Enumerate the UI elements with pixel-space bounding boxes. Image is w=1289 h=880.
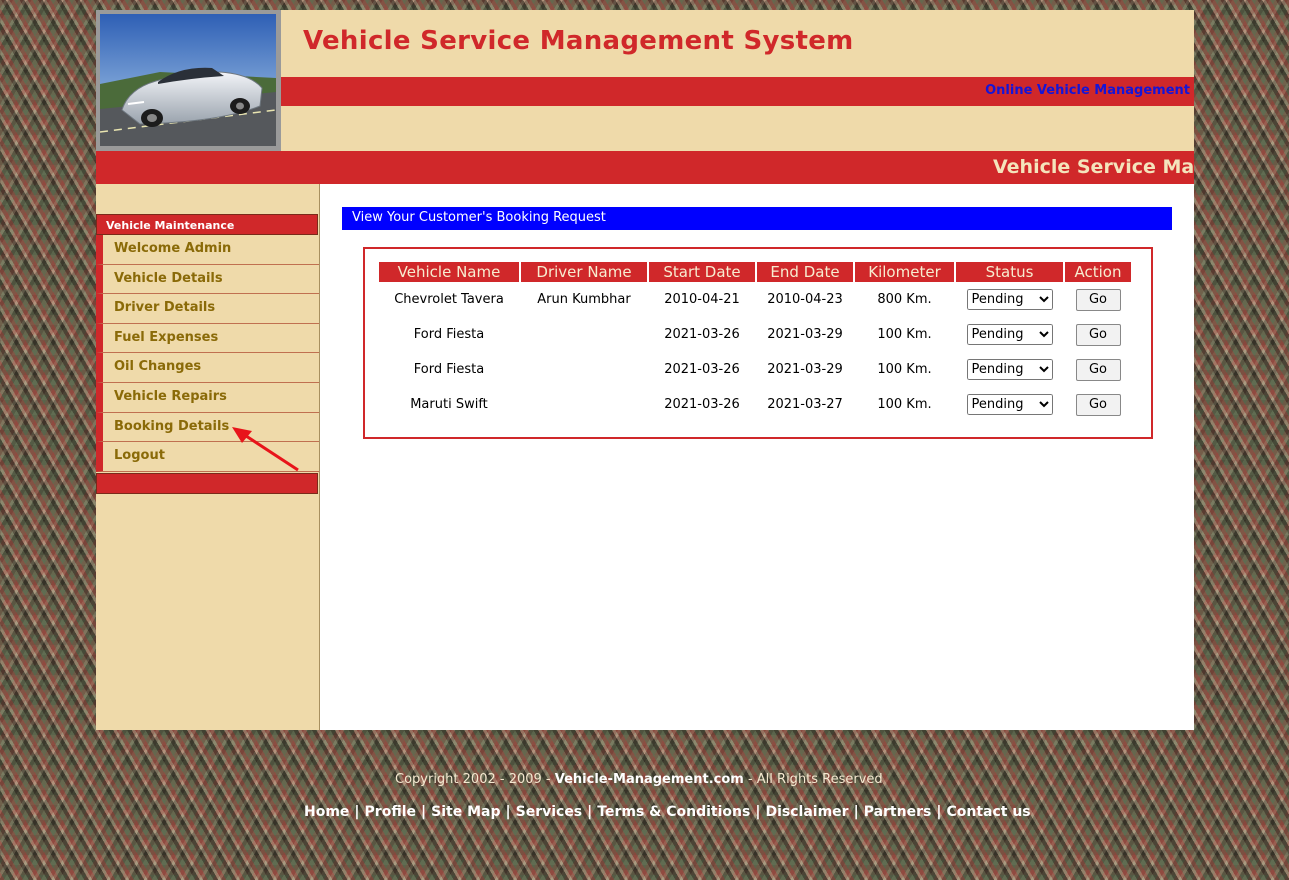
cell-vehicle-name: Maruti Swift — [410, 397, 488, 412]
red-arrow-icon — [232, 427, 299, 472]
banner-scroll-text: Vehicle Service Man — [993, 156, 1194, 178]
footer-link-site-map[interactable]: Site Map — [431, 804, 500, 820]
cell-start-date: 2021-03-26 — [664, 362, 740, 377]
footer-separator: | — [755, 804, 761, 820]
cell-end-date: 2021-03-29 — [767, 327, 843, 342]
sidebar-item-fuel-expenses[interactable]: Fuel Expenses — [96, 323, 319, 354]
cell-driver-name — [521, 317, 647, 352]
table-row: Maruti Swift 2021-03-26 2021-03-27 100 K… — [379, 387, 1131, 422]
page-container: Vehicle Service Management System Online… — [96, 10, 1194, 730]
cell-driver-name — [521, 352, 647, 387]
cell-driver-name — [521, 387, 647, 422]
column-header-status: Status — [956, 262, 1063, 282]
sidebar-item-label[interactable]: Driver Details — [114, 300, 215, 315]
banner-bar: Vehicle Service Man — [96, 151, 1194, 184]
go-button[interactable]: Go — [1075, 323, 1121, 346]
sidebar-item-oil-changes[interactable]: Oil Changes — [96, 353, 319, 383]
cell-start-date: 2010-04-21 — [664, 292, 740, 307]
cell-kilometer: 100 Km. — [877, 362, 932, 377]
footer-link-contact-us[interactable]: Contact us — [946, 804, 1030, 820]
header-logo-frame — [96, 10, 281, 151]
column-header-action: Action — [1065, 262, 1131, 282]
column-header-kilometer: Kilometer — [855, 262, 954, 282]
footer-separator: | — [505, 804, 511, 820]
table-row: Ford Fiesta 2021-03-26 2021-03-29 100 Km… — [379, 352, 1131, 387]
cell-driver-name: Arun Kumbhar — [537, 292, 631, 307]
marquee-band: Online Vehicle Management — [281, 77, 1194, 106]
marquee-text: Online Vehicle Management — [985, 83, 1190, 98]
column-header-vehicle-name: Vehicle Name — [379, 262, 519, 282]
footer-separator: | — [587, 804, 593, 820]
footer-link-partners[interactable]: Partners — [864, 804, 932, 820]
sidebar-item-vehicle-repairs[interactable]: Vehicle Repairs — [96, 382, 319, 413]
footer-separator: | — [936, 804, 942, 820]
sidebar-item-label[interactable]: Vehicle Details — [114, 271, 223, 286]
status-select[interactable]: Pending — [966, 359, 1053, 380]
cell-kilometer: 800 Km. — [877, 292, 932, 307]
section-title: View Your Customer's Booking Request — [352, 210, 606, 225]
sidebar-item-label[interactable]: Logout — [114, 448, 165, 463]
booking-table: Vehicle Name Driver Name Start Date End … — [377, 262, 1133, 422]
sidebar-item-label[interactable]: Fuel Expenses — [114, 330, 218, 345]
sidebar-item-driver-details[interactable]: Driver Details — [96, 294, 319, 324]
sidebar-item-label[interactable]: Booking Details — [114, 419, 229, 434]
cell-end-date: 2021-03-27 — [767, 397, 843, 412]
sidebar-item-label[interactable]: Vehicle Repairs — [114, 389, 227, 404]
sidebar-item-label[interactable]: Oil Changes — [114, 359, 201, 374]
go-button[interactable]: Go — [1075, 393, 1121, 416]
column-header-start-date: Start Date — [649, 262, 755, 282]
sidebar-item-vehicle-details[interactable]: Vehicle Details — [96, 264, 319, 295]
sidebar-heading-label: Vehicle Maintenance — [106, 219, 235, 232]
section-title-bar: View Your Customer's Booking Request — [342, 207, 1172, 230]
cell-start-date: 2021-03-26 — [664, 327, 740, 342]
copyright-site: Vehicle-Management.com — [554, 772, 744, 787]
cell-start-date: 2021-03-26 — [664, 397, 740, 412]
footer-link-disclaimer[interactable]: Disclaimer — [765, 804, 848, 820]
go-button[interactable]: Go — [1075, 288, 1121, 311]
footer-link-profile[interactable]: Profile — [365, 804, 416, 820]
cell-vehicle-name: Chevrolet Tavera — [394, 292, 504, 307]
copyright-prefix: Copyright 2002 - 2009 - — [395, 772, 551, 787]
cell-end-date: 2010-04-23 — [767, 292, 843, 307]
status-select[interactable]: Pending — [966, 394, 1053, 415]
table-header-row: Vehicle Name Driver Name Start Date End … — [379, 262, 1131, 282]
sidebar: Vehicle Maintenance Welcome Admin Vehicl… — [96, 184, 320, 730]
cell-vehicle-name: Ford Fiesta — [413, 362, 485, 377]
cell-vehicle-name: Ford Fiesta — [413, 327, 485, 342]
column-header-end-date: End Date — [757, 262, 853, 282]
sidebar-item-label[interactable]: Welcome Admin — [114, 241, 231, 256]
table-row: Chevrolet Tavera Arun Kumbhar 2010-04-21… — [379, 282, 1131, 317]
copyright-suffix: - All Rights Reserved — [747, 772, 883, 787]
copyright-text: Copyright 2002 - 2009 - Vehicle-Manageme… — [395, 772, 883, 787]
cell-end-date: 2021-03-29 — [767, 362, 843, 377]
status-select[interactable]: Pending — [966, 324, 1053, 345]
cell-kilometer: 100 Km. — [877, 327, 932, 342]
footer-link-services[interactable]: Services — [516, 804, 583, 820]
main-content: View Your Customer's Booking Request Veh… — [320, 184, 1194, 730]
cell-kilometer: 100 Km. — [877, 397, 932, 412]
site-title: Vehicle Service Management System — [303, 26, 854, 56]
column-header-driver-name: Driver Name — [521, 262, 647, 282]
footer-separator: | — [853, 804, 859, 820]
table-row: Ford Fiesta 2021-03-26 2021-03-29 100 Km… — [379, 317, 1131, 352]
car-photo — [100, 14, 276, 146]
footer-nav: Home | Profile | Site Map | Services | Terms & C… — [304, 804, 1031, 820]
sidebar-heading: Vehicle Maintenance — [96, 214, 318, 235]
footer-separator: | — [354, 804, 360, 820]
go-button[interactable]: Go — [1075, 358, 1121, 381]
sidebar-item-welcome-admin[interactable]: Welcome Admin — [96, 235, 319, 265]
status-select[interactable]: Pending — [966, 289, 1053, 310]
booking-table-frame: Vehicle Name Driver Name Start Date End … — [363, 247, 1153, 439]
footer-link-terms[interactable]: Terms & Conditions — [597, 804, 750, 820]
footer-separator: | — [421, 804, 427, 820]
footer-link-home[interactable]: Home — [304, 804, 349, 820]
